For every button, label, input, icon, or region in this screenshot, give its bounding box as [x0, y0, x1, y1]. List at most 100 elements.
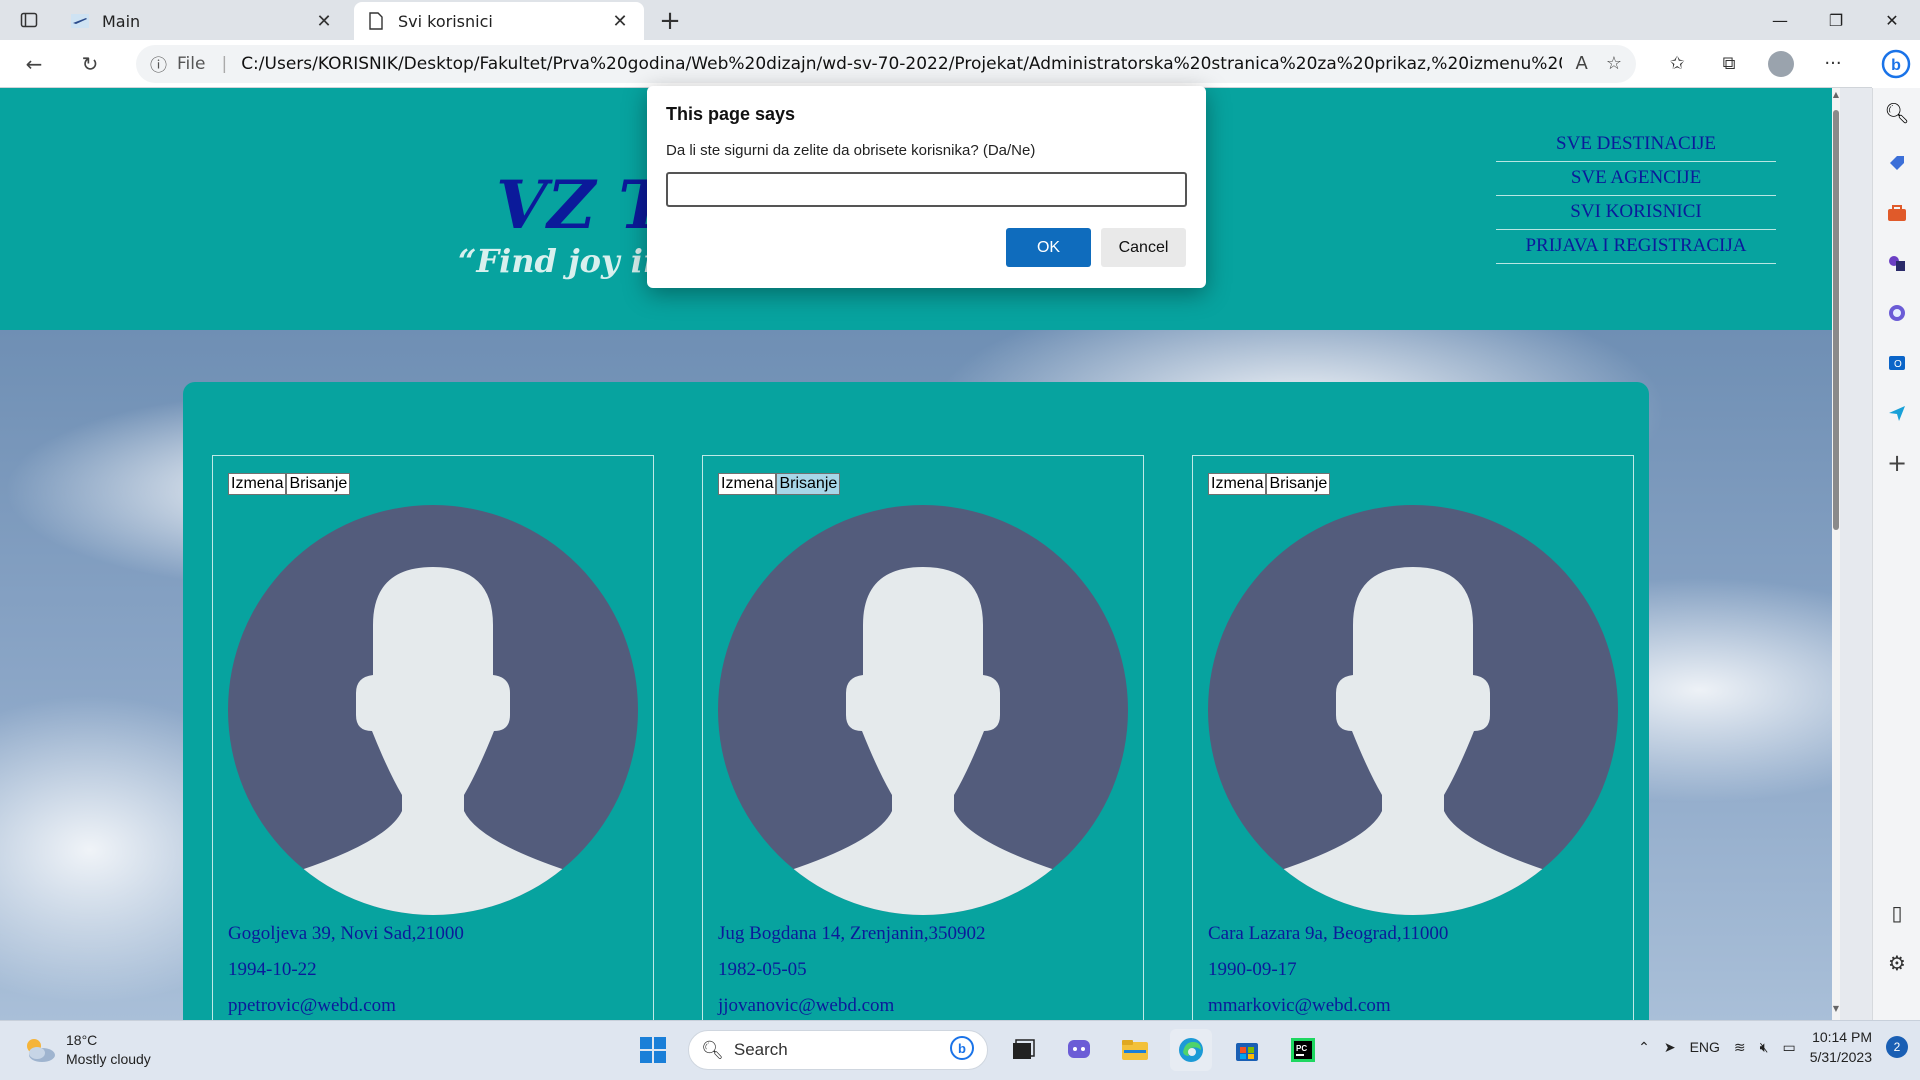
users-container: Izmena Brisanje Gogoljeva 39, Novi Sad,2…	[183, 382, 1649, 1020]
nav-svi-korisnici[interactable]: SVI KORISNICI	[1496, 196, 1776, 230]
task-view-icon[interactable]	[1002, 1029, 1044, 1071]
read-aloud-icon[interactable]: A	[1576, 53, 1588, 74]
svg-text:O: O	[1894, 359, 1902, 370]
user-birthdate: 1994-10-22	[228, 959, 317, 980]
games-icon[interactable]	[1873, 238, 1920, 288]
scheme-label: File	[177, 53, 206, 74]
address-bar[interactable]: ⓘ File | C:/Users/KORISNIK/Desktop/Fakul…	[136, 44, 1636, 83]
nav-sve-destinacije[interactable]: SVE DESTINACIJE	[1496, 128, 1776, 162]
bing-chat-icon[interactable]: b	[1872, 40, 1920, 88]
refresh-button[interactable]: ↻	[68, 44, 112, 84]
language-indicator[interactable]: ENG	[1690, 1039, 1720, 1055]
user-address: Gogoljeva 39, Novi Sad,21000	[228, 923, 464, 944]
edit-button[interactable]: Izmena	[228, 473, 287, 495]
dialog-title: This page says	[666, 104, 796, 124]
notification-badge[interactable]: 2	[1886, 1036, 1908, 1058]
separator: |	[221, 53, 228, 74]
dialog-input[interactable]	[666, 172, 1187, 207]
address-toolbar: ← ↻ ⓘ File | C:/Users/KORISNIK/Desktop/F…	[0, 40, 1920, 88]
scrollbar-thumb[interactable]	[1833, 110, 1839, 530]
edit-button[interactable]: Izmena	[1208, 473, 1267, 495]
tab-actions-button[interactable]	[0, 0, 58, 40]
nav-sve-agencije[interactable]: SVE AGENCIJE	[1496, 162, 1776, 196]
wifi-icon[interactable]: ≋	[1734, 1039, 1746, 1056]
profile-avatar	[1768, 50, 1794, 77]
show-hidden-icons-icon[interactable]: ⌃	[1638, 1039, 1650, 1056]
edit-button[interactable]: Izmena	[718, 473, 777, 495]
omnibox-actions: A ☆	[1576, 53, 1622, 74]
tab-bar: Main ✕ Svi korisnici ✕ + — ❐ ✕	[0, 0, 1920, 40]
user-address: Jug Bogdana 14, Zrenjanin,350902	[718, 923, 986, 944]
scroll-down-icon[interactable]: ▼	[1832, 1004, 1840, 1018]
collections-icon[interactable]: ⧉	[1708, 44, 1750, 84]
more-menu-icon[interactable]: ···	[1812, 44, 1854, 84]
add-favorite-icon[interactable]: ☆	[1606, 53, 1622, 74]
taskbar: 18°C Mostly cloudy 🔍︎ Search b PC ⌃ ➤ EN…	[0, 1020, 1920, 1080]
favorites-icon[interactable]: ✩	[1656, 44, 1698, 84]
system-tray: ⌃ ➤ ENG ≋ 🔇︎ ▭ 10:14 PM 5/31/2023 2	[1638, 1027, 1908, 1067]
microsoft-365-icon[interactable]	[1873, 288, 1920, 338]
user-card: Izmena Brisanje Gogoljeva 39, Novi Sad,2…	[212, 455, 654, 1020]
site-brand: VZ T	[496, 166, 668, 244]
add-sidebar-icon[interactable]: +	[1873, 438, 1920, 488]
edge-browser-icon[interactable]	[1170, 1029, 1212, 1071]
close-tab-icon[interactable]: ✕	[312, 9, 336, 33]
file-explorer-icon[interactable]	[1114, 1029, 1156, 1071]
cancel-button[interactable]: Cancel	[1101, 228, 1186, 267]
user-avatar-icon	[228, 505, 638, 915]
battery-icon[interactable]: ▭	[1782, 1039, 1795, 1056]
prompt-dialog: This page says Da li ste sigurni da zeli…	[647, 86, 1206, 288]
page-scrollbar[interactable]: ▲ ▼	[1832, 88, 1840, 1020]
minimize-icon[interactable]: —	[1752, 0, 1808, 40]
svg-text:PC: PC	[1296, 1044, 1307, 1053]
ok-button[interactable]: OK	[1006, 228, 1091, 267]
edge-sidebar: 🔍︎ O + ▯ ⚙	[1872, 88, 1920, 1020]
user-email: mmarkovic@webd.com	[1208, 995, 1391, 1016]
restore-icon[interactable]: ❐	[1808, 0, 1864, 40]
search-icon[interactable]: 🔍︎	[1873, 88, 1920, 138]
delete-button[interactable]: Brisanje	[776, 473, 841, 495]
outlook-icon[interactable]: O	[1873, 338, 1920, 388]
close-window-icon[interactable]: ✕	[1864, 0, 1920, 40]
page-favicon-icon	[366, 11, 386, 31]
dialog-message: Da li ste sigurni da zelite da obrisete …	[666, 142, 1036, 159]
nav-prijava-registracija[interactable]: PRIJAVA I REGISTRACIJA	[1496, 230, 1776, 264]
tab-main[interactable]: Main ✕	[58, 2, 348, 40]
svg-text:b: b	[958, 1041, 966, 1056]
clock[interactable]: 10:14 PM 5/31/2023	[1810, 1027, 1872, 1067]
toolbar-right: ✩ ⧉ ···	[1656, 44, 1854, 84]
teams-chat-icon[interactable]	[1058, 1029, 1100, 1071]
volume-muted-icon[interactable]: 🔇︎	[1760, 1039, 1769, 1056]
weather-temperature: 18°C	[66, 1032, 98, 1048]
user-address: Cara Lazara 9a, Beograd,11000	[1208, 923, 1449, 944]
profile-button[interactable]	[1760, 44, 1802, 84]
windows-start-icon[interactable]	[632, 1029, 674, 1071]
user-email: ppetrovic@webd.com	[228, 995, 396, 1016]
user-avatar-icon	[1208, 505, 1618, 915]
location-icon[interactable]: ➤	[1664, 1039, 1676, 1056]
url-text[interactable]: C:/Users/KORISNIK/Desktop/Fakultet/Prva%…	[241, 54, 1561, 74]
scroll-up-icon[interactable]: ▲	[1832, 90, 1840, 104]
shopping-tag-icon[interactable]	[1873, 138, 1920, 188]
microsoft-store-icon[interactable]	[1226, 1029, 1268, 1071]
card-actions: Izmena Brisanje	[228, 473, 351, 495]
taskbar-search[interactable]: 🔍︎ Search b	[688, 1030, 988, 1070]
settings-gear-icon[interactable]: ⚙	[1873, 938, 1920, 988]
close-tab-icon[interactable]: ✕	[608, 9, 632, 33]
tools-icon[interactable]	[1873, 188, 1920, 238]
sidebar-toggle-icon[interactable]: ▯	[1873, 888, 1920, 938]
user-birthdate: 1982-05-05	[718, 959, 807, 980]
send-icon[interactable]	[1873, 388, 1920, 438]
site-nav: SVE DESTINACIJE SVE AGENCIJE SVI KORISNI…	[1496, 128, 1776, 264]
back-button[interactable]: ←	[12, 44, 56, 84]
delete-button[interactable]: Brisanje	[286, 473, 351, 495]
bing-search-icon: b	[949, 1035, 975, 1066]
taskbar-apps: 🔍︎ Search b PC	[632, 1029, 1324, 1071]
delete-button[interactable]: Brisanje	[1266, 473, 1331, 495]
cloudy-weather-icon	[27, 1039, 55, 1062]
info-icon[interactable]: ⓘ	[150, 51, 167, 76]
pycharm-icon[interactable]: PC	[1282, 1029, 1324, 1071]
new-tab-button[interactable]: +	[650, 2, 690, 40]
tab-svi-korisnici[interactable]: Svi korisnici ✕	[354, 2, 644, 40]
weather-widget[interactable]: 18°C Mostly cloudy	[22, 1031, 151, 1069]
